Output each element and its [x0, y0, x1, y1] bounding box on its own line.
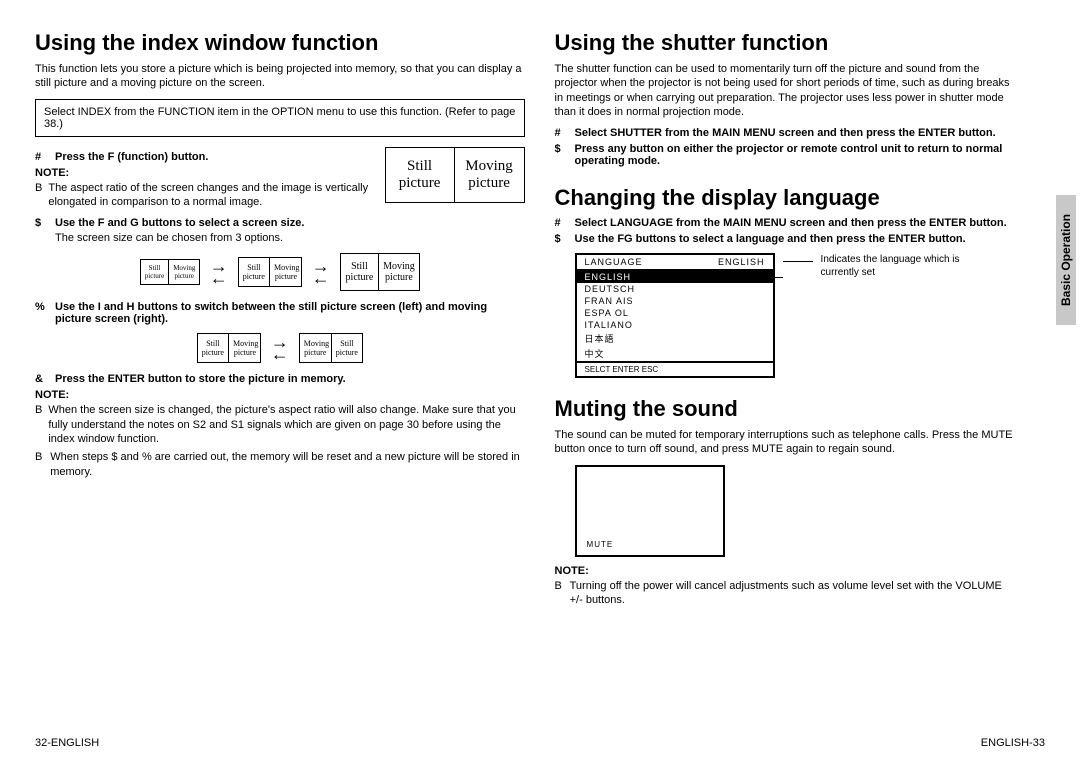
mute-label: MUTE: [587, 540, 614, 549]
step-1: # Press the F (function) button.: [35, 151, 373, 163]
intro-text: This function lets you store a picture w…: [35, 62, 525, 91]
shutter-intro: The shutter function can be used to mome…: [555, 62, 1015, 119]
size-diagram-row: Stillpicture Movingpicture →← Stillpictu…: [35, 253, 525, 291]
mute-note: B Turning off the power will cancel adju…: [555, 579, 1015, 608]
final-note-1: B When the screen size is changed, the p…: [35, 403, 525, 446]
language-menu-footer: SELCT ENTER ESC: [577, 361, 773, 376]
manual-page: Using the index window function This fun…: [0, 0, 1080, 763]
heading-index-window: Using the index window function: [35, 30, 525, 56]
heading-shutter: Using the shutter function: [555, 30, 1015, 56]
arrow-icon: →←: [271, 337, 289, 361]
language-list: ENGLISH DEUTSCH FRAN AIS ESPA OL ITALIAN…: [577, 271, 773, 361]
heading-language: Changing the display language: [555, 185, 1015, 211]
language-item-english: ENGLISH: [577, 271, 773, 283]
note-label: NOTE:: [35, 167, 373, 179]
arrow-icon: →←: [210, 261, 228, 285]
language-item-deutsch: DEUTSCH: [577, 283, 773, 295]
step-2-sub: The screen size can be chosen from 3 opt…: [55, 231, 525, 245]
right-column: Using the shutter function The shutter f…: [555, 30, 1045, 753]
callout-line: [783, 261, 813, 262]
language-item-francais: FRAN AIS: [577, 295, 773, 307]
switch-option-sm2: Movingpicture Stillpicture: [299, 333, 363, 363]
final-note-2: B When steps $ and % are carried out, th…: [35, 450, 525, 479]
shutter-step-2: $ Press any button on either the project…: [555, 143, 1015, 167]
side-tab: Basic Operation: [1056, 195, 1076, 325]
step-3: % Use the I and H buttons to switch betw…: [35, 301, 525, 325]
size-option-2: Stillpicture Movingpicture: [238, 257, 302, 287]
left-column: Using the index window function This fun…: [35, 30, 525, 753]
language-item-japanese: 日本語: [577, 331, 773, 346]
switch-diagram-row: Stillpicture Movingpicture →← Movingpict…: [35, 333, 525, 363]
language-item-chinese: 中文: [577, 346, 773, 361]
heading-muting: Muting the sound: [555, 396, 1015, 422]
note-item: B The aspect ratio of the screen changes…: [35, 181, 373, 210]
language-callout: Indicates the language which is currentl…: [821, 253, 1001, 279]
page-footer-right: ENGLISH-33: [981, 737, 1045, 749]
step-2: $ Use the F and G buttons to select a sc…: [35, 217, 525, 229]
page-footer-left: 32-ENGLISH: [35, 737, 99, 749]
picture-diagram-large: Stillpicture Movingpicture: [385, 147, 525, 203]
language-menu-wrap: LANGUAGE ENGLISH ENGLISH DEUTSCH FRAN AI…: [575, 253, 1015, 378]
mute-note-label: NOTE:: [555, 565, 1015, 577]
language-item-espanol: ESPA OL: [577, 307, 773, 319]
mute-screen: MUTE: [575, 465, 725, 557]
size-option-3: Stillpicture Movingpicture: [340, 253, 420, 291]
shutter-step-1: # Select SHUTTER from the MAIN MENU scre…: [555, 127, 1015, 139]
lang-step-2: $ Use the FG buttons to select a languag…: [555, 233, 1015, 245]
lang-step-1: # Select LANGUAGE from the MAIN MENU scr…: [555, 217, 1015, 229]
language-menu-title: LANGUAGE ENGLISH: [577, 255, 773, 271]
boxed-instruction: Select INDEX from the FUNCTION item in t…: [35, 99, 525, 137]
step1-wrap: # Press the F (function) button. NOTE: B…: [35, 147, 525, 214]
switch-option-sm1: Stillpicture Movingpicture: [197, 333, 261, 363]
arrow-icon: →←: [312, 261, 330, 285]
size-option-1: Stillpicture Movingpicture: [140, 259, 200, 285]
step-4: & Press the ENTER button to store the pi…: [35, 373, 525, 385]
final-note-label: NOTE:: [35, 389, 525, 401]
language-menu: LANGUAGE ENGLISH ENGLISH DEUTSCH FRAN AI…: [575, 253, 775, 378]
muting-intro: The sound can be muted for temporary int…: [555, 428, 1015, 457]
language-item-italiano: ITALIANO: [577, 319, 773, 331]
